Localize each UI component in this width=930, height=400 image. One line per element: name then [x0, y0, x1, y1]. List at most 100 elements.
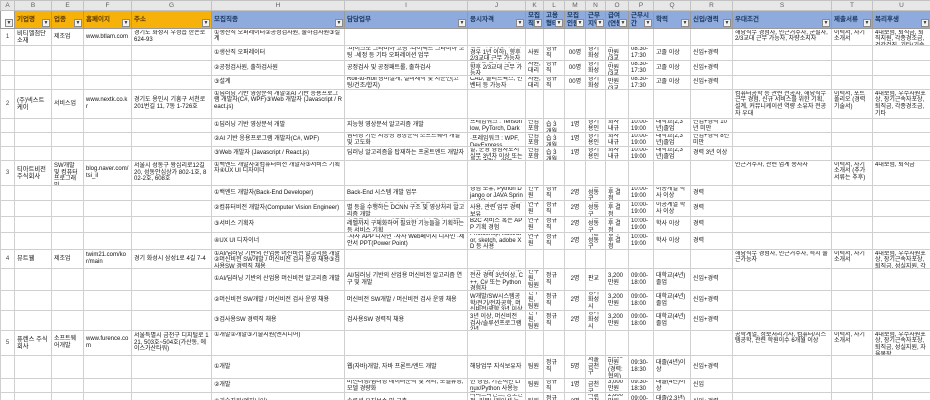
- cell-homepage[interactable]: [84, 311, 132, 331]
- cell-career-level[interactable]: 신입+경력: [691, 291, 733, 311]
- cell-employment-type[interactable]: 정규직: [544, 186, 565, 201]
- filter-dropdown-icon[interactable]: ▼: [74, 19, 82, 27]
- filter-dropdown-icon[interactable]: ▼: [534, 19, 542, 27]
- cell-company[interactable]: [15, 311, 52, 331]
- cell-job-title[interactable]: ③기술지원(엔지니어): [212, 393, 345, 400]
- cell-company[interactable]: [15, 133, 52, 147]
- cell-salary[interactable]: [606, 90, 629, 119]
- cell-duties[interactable]: 머신비전 SW개발 / 머신비전 검사 운영 채용: [345, 291, 468, 311]
- header-cell-qualification[interactable]: 응시자격▼: [468, 11, 526, 29]
- cell-salary[interactable]: 협의 후 결정: [606, 201, 629, 217]
- cell-work-hours[interactable]: 10:00-19:00: [629, 119, 654, 133]
- cell-headcount[interactable]: 2명: [565, 186, 586, 201]
- cell-industry[interactable]: [52, 76, 84, 90]
- cell-company[interactable]: [15, 356, 52, 379]
- header-cell-employment-type[interactable]: 고용형태▼: [544, 11, 565, 29]
- cell-rownum[interactable]: [1, 76, 15, 90]
- cell-salary[interactable]: 고졸초봉 210만원 (3교대): [606, 61, 629, 76]
- cell-job-title[interactable]: ②머신비전 SW개발 / 머신비전 검사 운영 채용: [212, 291, 345, 311]
- cell-documents[interactable]: [832, 61, 873, 76]
- cell-company[interactable]: [15, 393, 52, 400]
- cell-career-level[interactable]: 신입: [691, 379, 733, 393]
- cell-position-level[interactable]: 연구원: [526, 217, 544, 233]
- cell-preferred[interactable]: 해당직무 경험자, 인근거주자, 즉시 출근가능자: [733, 250, 832, 269]
- cell-documents[interactable]: [832, 147, 873, 161]
- cell-industry[interactable]: [52, 291, 84, 311]
- cell-position-level[interactable]: [526, 29, 544, 46]
- cell-address[interactable]: 서울특별시 금천구 디지털로 121, 503호~504호(가산동, 에이스가산…: [132, 331, 212, 356]
- cell-address[interactable]: [132, 76, 212, 90]
- cell-benefits[interactable]: [873, 291, 930, 311]
- cell-career-level[interactable]: 신입+경력 8년 미만: [691, 133, 733, 147]
- cell-homepage[interactable]: [84, 61, 132, 76]
- cell-address[interactable]: [132, 201, 212, 217]
- cell-position-level[interactable]: 신입 포함: [526, 119, 544, 133]
- cell-salary[interactable]: [606, 29, 629, 46]
- cell-headcount[interactable]: 5명: [565, 356, 586, 379]
- cell-homepage[interactable]: [84, 269, 132, 291]
- cell-employment-type[interactable]: [544, 250, 565, 269]
- cell-homepage[interactable]: [84, 186, 132, 201]
- cell-address[interactable]: [132, 61, 212, 76]
- cell-company[interactable]: 퓨렌스 주식회사: [15, 331, 52, 356]
- cell-rownum[interactable]: 4: [1, 250, 15, 269]
- header-cell-career-level[interactable]: 신입/경력▼: [691, 11, 733, 29]
- cell-job-title[interactable]: ①AI/딥러닝 기반의 산업용 머신비전 알고리즘 개발②머신비전 SW개발 /…: [212, 250, 345, 269]
- header-cell-job-title[interactable]: 모집직종▼: [212, 11, 345, 29]
- cell-benefits[interactable]: [873, 201, 930, 217]
- cell-position-level[interactable]: 사원, 대리: [526, 76, 544, 90]
- cell-industry[interactable]: [52, 119, 84, 133]
- cell-salary[interactable]: 3,000만원: [606, 379, 629, 393]
- cell-company[interactable]: [15, 291, 52, 311]
- cell-work-hours[interactable]: [629, 331, 654, 356]
- header-cell-position-level[interactable]: 모집직급▼: [526, 11, 544, 29]
- filter-dropdown-icon[interactable]: ▼: [555, 19, 563, 27]
- cell-work-hours[interactable]: [629, 29, 654, 46]
- cell-headcount[interactable]: 1명: [565, 147, 586, 161]
- cell-documents[interactable]: [832, 133, 873, 147]
- cell-career-level[interactable]: 신입+경력: [691, 61, 733, 76]
- cell-work-hours[interactable]: 10:00-19:00: [629, 233, 654, 250]
- header-cell-work-region[interactable]: 근무지역▼: [586, 11, 606, 29]
- cell-work-hours[interactable]: 10:00-19:00: [629, 201, 654, 217]
- cell-benefits[interactable]: 4대보험, 우수사원포상, 장기근속자포상, 퇴직금, 성실지원, 각종경조금: [873, 250, 930, 269]
- cell-documents[interactable]: [832, 269, 873, 291]
- cell-industry[interactable]: [52, 217, 84, 233]
- cell-preferred[interactable]: 공학계열, 정보처리기사, 컴퓨터/시스템공학, 관련 학원이수 6개월 이상: [733, 331, 832, 356]
- cell-education[interactable]: 대학교(4년) 졸업: [654, 311, 691, 331]
- cell-headcount[interactable]: [565, 29, 586, 46]
- cell-position-level[interactable]: 신입 포함: [526, 133, 544, 147]
- cell-duties[interactable]: [345, 250, 468, 269]
- cell-job-title[interactable]: ①백엔드 개발자②컴퓨터비전 개발자③서비스 기획자④UX UI 디자이너: [212, 161, 345, 186]
- cell-job-title[interactable]: ②개발: [212, 379, 345, 393]
- cell-benefits[interactable]: [873, 379, 930, 393]
- cell-job-title[interactable]: ②AI 기반 응용프로그램 개발자(C#, WPF): [212, 133, 345, 147]
- cell-career-level[interactable]: 경력: [691, 217, 733, 233]
- cell-industry[interactable]: [52, 46, 84, 61]
- cell-work-hours[interactable]: 10:00-19:00: [629, 133, 654, 147]
- cell-work-hours[interactable]: [629, 90, 654, 119]
- cell-homepage[interactable]: [84, 201, 132, 217]
- cell-industry[interactable]: 서비스업: [52, 90, 84, 119]
- cell-benefits[interactable]: [873, 147, 930, 161]
- cell-qualification[interactable]: [468, 331, 526, 356]
- cell-work-hours[interactable]: 09:00-18:00: [629, 269, 654, 291]
- cell-career-level[interactable]: 신입+경력 10년 미만: [691, 119, 733, 133]
- cell-documents[interactable]: [832, 233, 873, 250]
- cell-address[interactable]: 경기 화성시 삼성1로 4길 7-4: [132, 250, 212, 269]
- cell-salary[interactable]: 협의 후 결정: [606, 233, 629, 250]
- cell-company[interactable]: 뮤트웰: [15, 250, 52, 269]
- cell-work-region[interactable]: 서울 금천구: [586, 393, 606, 400]
- cell-documents[interactable]: 이력서, 자기소개서: [832, 29, 873, 46]
- cell-benefits[interactable]: [873, 269, 930, 291]
- cell-headcount[interactable]: 1명: [565, 119, 586, 133]
- cell-employment-type[interactable]: 정규직: [544, 356, 565, 379]
- cell-industry[interactable]: 제조업: [52, 250, 84, 269]
- cell-duties[interactable]: 웹(자바)개발, 자바 프론트/엔드 개발: [345, 356, 468, 379]
- cell-rownum[interactable]: [1, 201, 15, 217]
- cell-qualification[interactable]: [468, 161, 526, 186]
- column-letter-E[interactable]: E: [52, 1, 84, 11]
- cell-preferred[interactable]: 컴퓨터공학 등 관련 전공자, 해당직무 근무 경험, 신규 서비스를 위한 기…: [733, 90, 832, 119]
- cell-education[interactable]: 대학교(2,3년)졸업: [654, 147, 691, 161]
- column-letter-G[interactable]: G: [132, 1, 212, 11]
